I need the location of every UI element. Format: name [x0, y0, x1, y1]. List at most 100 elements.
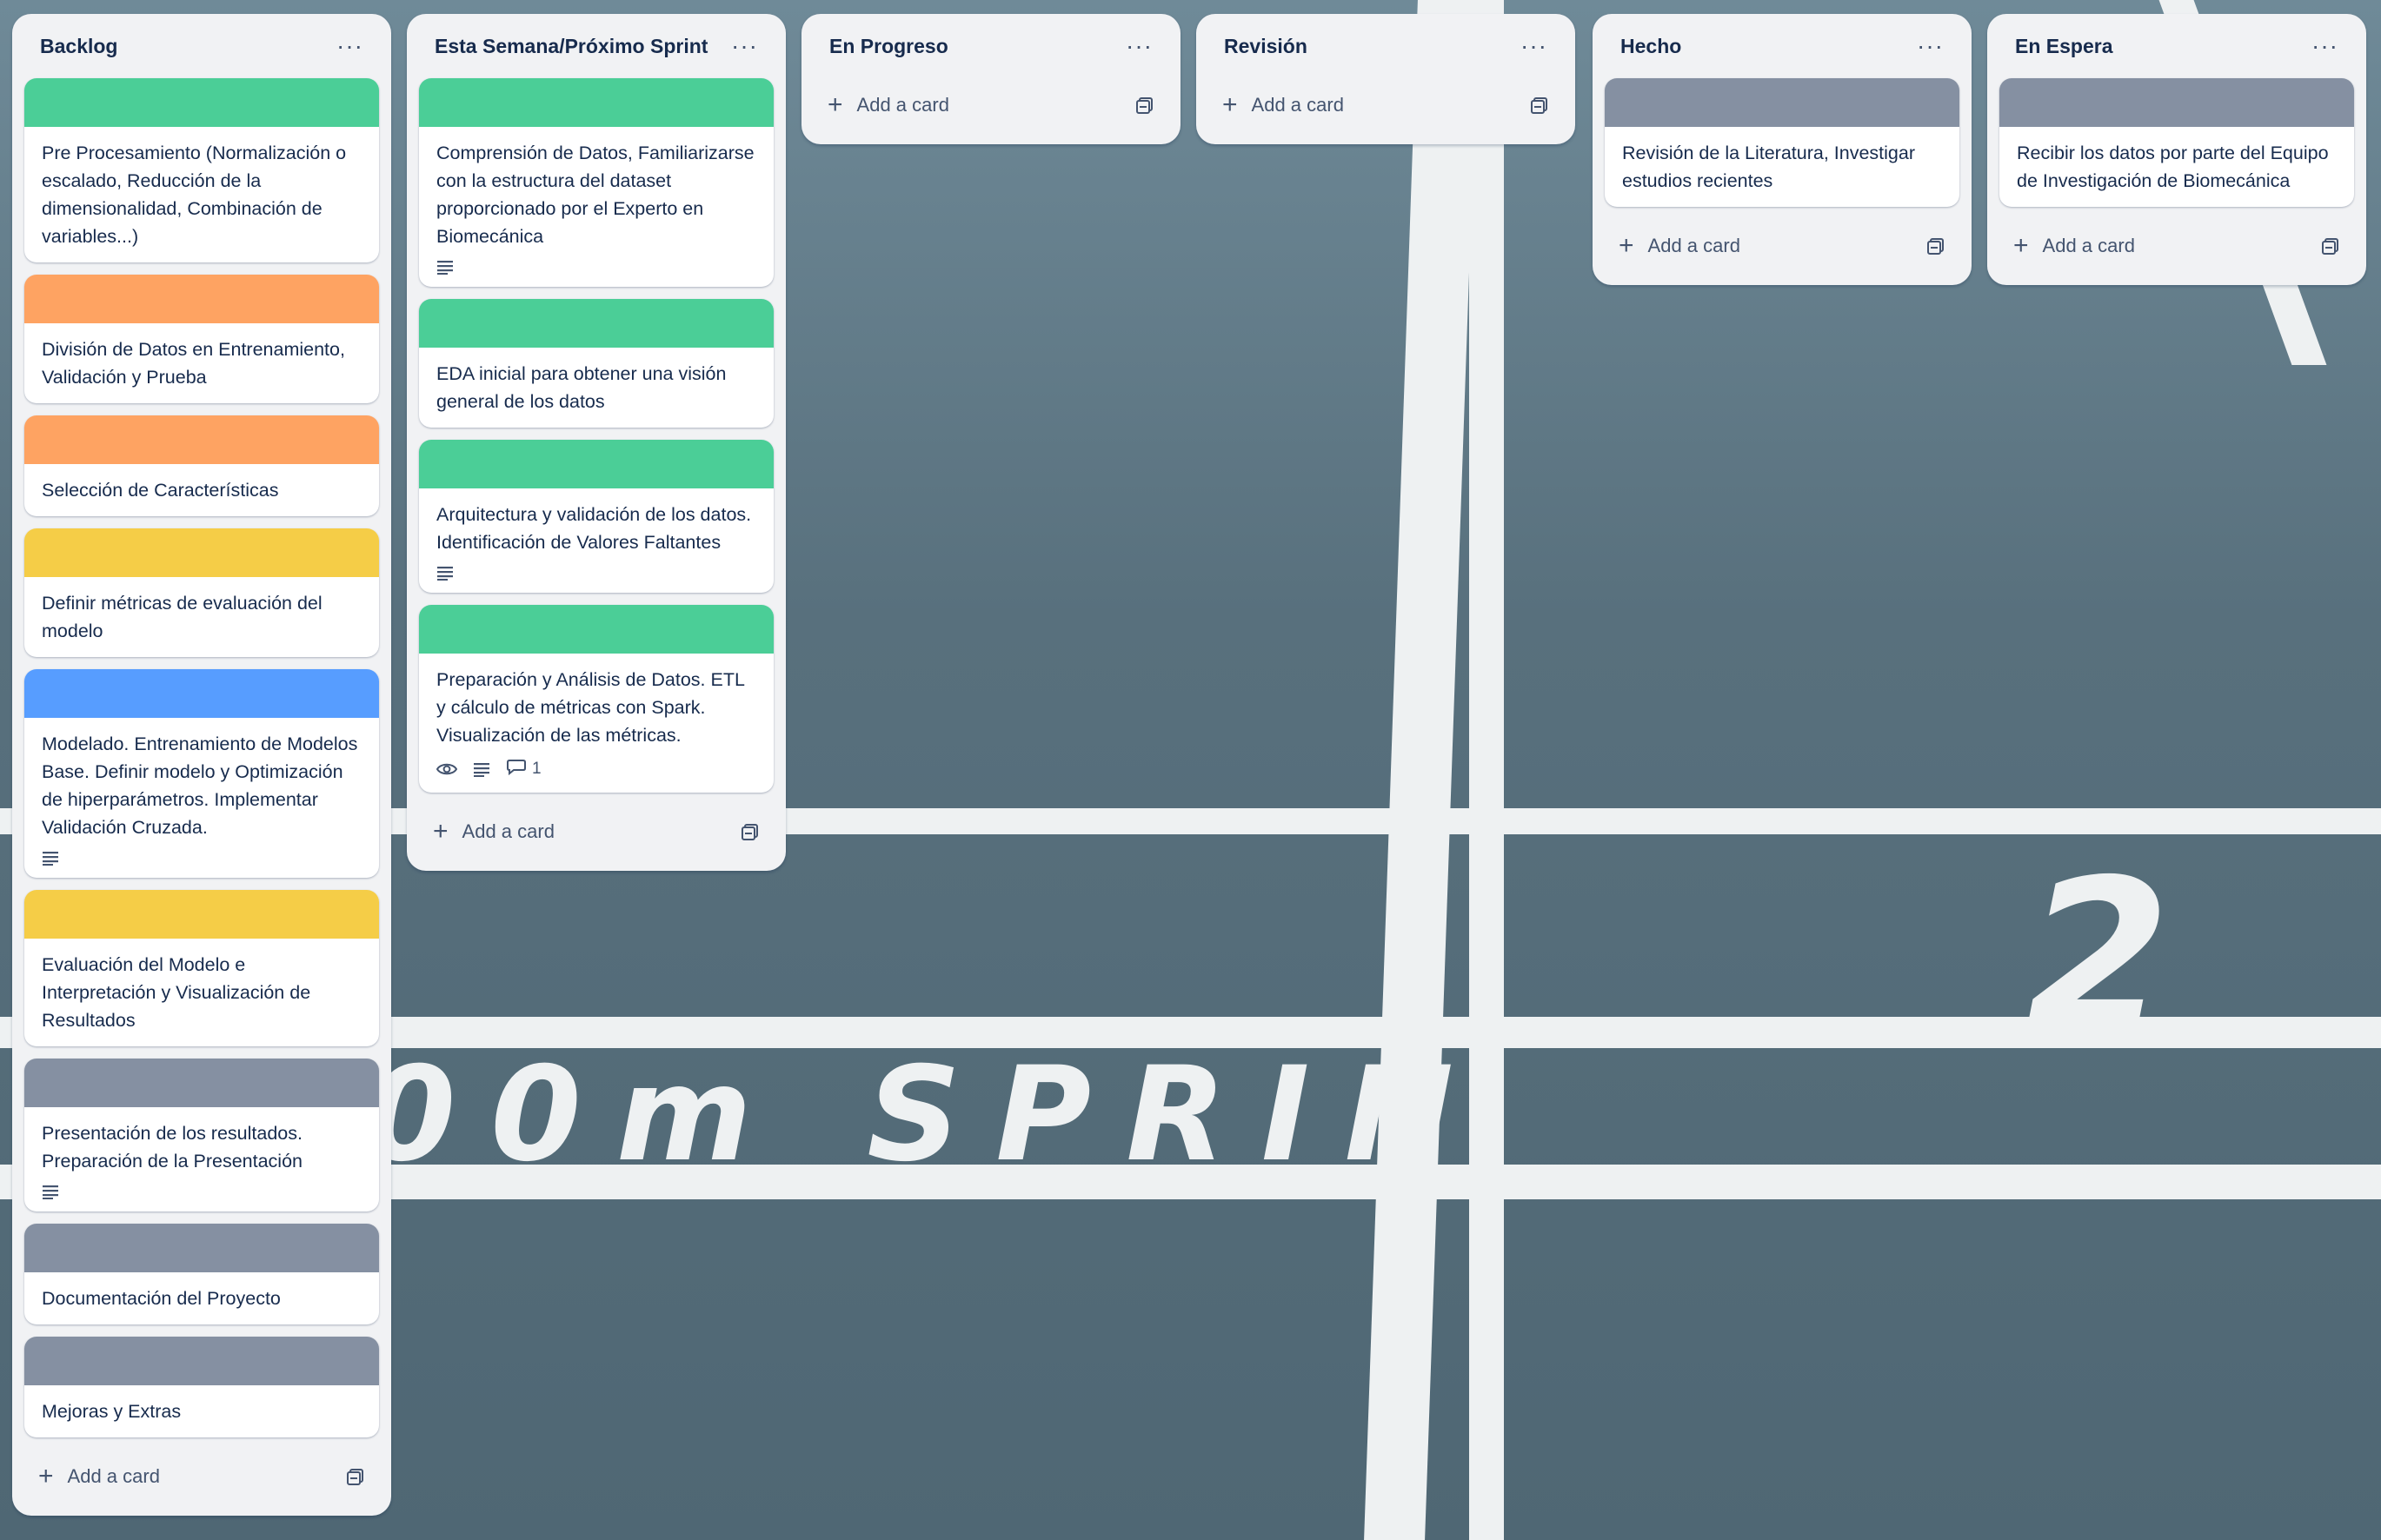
add-card-label: Add a card — [67, 1465, 160, 1487]
plus-icon: + — [433, 817, 449, 846]
card-cover — [419, 299, 774, 348]
card-cover — [24, 528, 379, 577]
create-from-template-icon[interactable] — [2321, 236, 2340, 256]
card[interactable]: Evaluación del Modelo e Interpretación y… — [24, 890, 379, 1046]
add-card-row: + Add a card — [24, 1450, 379, 1503]
add-card-row: + Add a card — [814, 78, 1168, 132]
card[interactable]: Definir métricas de evaluación del model… — [24, 528, 379, 657]
ellipsis-icon[interactable]: ··· — [1917, 34, 1944, 58]
card[interactable]: EDA inicial para obtener una visión gene… — [419, 299, 774, 428]
card-cover — [24, 415, 379, 464]
card[interactable]: Selección de Características — [24, 415, 379, 516]
list-header: Esta Semana/Próximo Sprint ··· — [419, 14, 774, 78]
plus-icon: + — [828, 90, 843, 119]
comment-count: 1 — [532, 760, 542, 778]
ellipsis-icon[interactable]: ··· — [731, 34, 758, 58]
eye-icon — [436, 761, 457, 777]
create-from-template-icon[interactable] — [1135, 96, 1154, 115]
card[interactable]: Arquitectura y validación de los datos. … — [419, 440, 774, 593]
add-card-label: Add a card — [2042, 235, 2135, 256]
list-0: Backlog ··· Pre Procesamiento (Normalizaci… — [12, 14, 391, 1516]
card-cover — [24, 1224, 379, 1272]
track-number: 2 — [2025, 834, 2171, 1078]
add-card-button[interactable]: + Add a card — [433, 819, 555, 845]
plus-icon: + — [2013, 231, 2029, 260]
card-cover — [1999, 78, 2354, 127]
card[interactable]: Presentación de los resultados. Preparac… — [24, 1059, 379, 1211]
description-icon — [42, 850, 59, 866]
card-cover — [24, 890, 379, 939]
card-title: Evaluación del Modelo e Interpretación y… — [42, 954, 311, 1031]
card-title: Selección de Características — [42, 480, 279, 501]
card-title: División de Datos en Entrenamiento, Vali… — [42, 339, 345, 388]
card-cover — [419, 440, 774, 488]
plus-icon: + — [1619, 231, 1634, 260]
add-card-button[interactable]: + Add a card — [1619, 233, 1740, 259]
list-title[interactable]: Revisión — [1224, 35, 1307, 58]
create-from-template-icon[interactable] — [346, 1467, 365, 1486]
plus-icon: + — [38, 1462, 54, 1490]
card-title: Recibir los datos por parte del Equipo d… — [2017, 143, 2329, 191]
card-cover — [24, 78, 379, 127]
card-badges — [436, 259, 756, 275]
add-card-button[interactable]: + Add a card — [828, 92, 949, 118]
plus-icon: + — [1222, 90, 1238, 119]
card-title: Comprensión de Datos, Familiarizarse con… — [436, 143, 755, 247]
card-title: Documentación del Proyecto — [42, 1288, 281, 1309]
list-title[interactable]: Backlog — [40, 35, 117, 58]
card[interactable]: Comprensión de Datos, Familiarizarse con… — [419, 78, 774, 287]
list-title[interactable]: En Espera — [2015, 35, 2113, 58]
list-5: En Espera ··· Recibir los datos por parte … — [1987, 14, 2366, 285]
add-card-button[interactable]: + Add a card — [1222, 92, 1344, 118]
list-header: Hecho ··· — [1605, 14, 1959, 78]
list-3: Revisión ··· + Add a card — [1196, 14, 1575, 144]
add-card-row: + Add a card — [1208, 78, 1563, 132]
card[interactable]: Recibir los datos por parte del Equipo d… — [1999, 78, 2354, 207]
add-card-label: Add a card — [856, 94, 949, 116]
card-cover — [24, 275, 379, 323]
card-cover — [24, 1059, 379, 1107]
list-title[interactable]: En Progreso — [829, 35, 948, 58]
add-card-button[interactable]: + Add a card — [2013, 233, 2135, 259]
card-badges — [42, 1184, 362, 1199]
card-title: Preparación y Análisis de Datos. ETL y c… — [436, 669, 745, 746]
card[interactable]: Mejoras y Extras — [24, 1337, 379, 1437]
create-from-template-icon[interactable] — [1926, 236, 1945, 256]
list-header: En Espera ··· — [1999, 14, 2354, 78]
card-badges: 1 — [436, 758, 756, 780]
description-icon — [436, 259, 454, 275]
card[interactable]: Documentación del Proyecto — [24, 1224, 379, 1324]
list-title[interactable]: Hecho — [1620, 35, 1681, 58]
ellipsis-icon[interactable]: ··· — [1126, 34, 1153, 58]
create-from-template-icon[interactable] — [1530, 96, 1549, 115]
card-cover — [1605, 78, 1959, 127]
card[interactable]: Modelado. Entrenamiento de Modelos Base.… — [24, 669, 379, 878]
card[interactable]: Revisión de la Literatura, Investigar es… — [1605, 78, 1959, 207]
card[interactable]: Preparación y Análisis de Datos. ETL y c… — [419, 605, 774, 793]
card-title: Mejoras y Extras — [42, 1401, 182, 1422]
card-cover — [24, 1337, 379, 1385]
card-title: Definir métricas de evaluación del model… — [42, 593, 323, 641]
list-header: Revisión ··· — [1208, 14, 1563, 78]
card-title: Revisión de la Literatura, Investigar es… — [1622, 143, 1916, 191]
add-card-row: + Add a card — [419, 805, 774, 859]
card-cover — [419, 78, 774, 127]
card[interactable]: Pre Procesamiento (Normalización o escal… — [24, 78, 379, 262]
track-text: 00m SPRIN — [365, 1039, 1489, 1191]
list-4: Hecho ··· Revisión de la Literatura, Inves… — [1593, 14, 1972, 285]
card[interactable]: División de Datos en Entrenamiento, Vali… — [24, 275, 379, 403]
ellipsis-icon[interactable]: ··· — [1520, 34, 1547, 58]
card-badges — [436, 565, 756, 581]
description-icon — [473, 761, 490, 777]
ellipsis-icon[interactable]: ··· — [336, 34, 363, 58]
add-card-button[interactable]: + Add a card — [38, 1464, 160, 1490]
add-card-label: Add a card — [1251, 94, 1344, 116]
card-title: Arquitectura y validación de los datos. … — [436, 504, 752, 553]
create-from-template-icon[interactable] — [741, 822, 760, 841]
description-icon — [42, 1184, 59, 1199]
list-header: Backlog ··· — [24, 14, 379, 78]
list-title[interactable]: Esta Semana/Próximo Sprint — [435, 35, 708, 58]
list-header: En Progreso ··· — [814, 14, 1168, 78]
card-title: EDA inicial para obtener una visión gene… — [436, 363, 727, 412]
ellipsis-icon[interactable]: ··· — [2311, 34, 2338, 58]
